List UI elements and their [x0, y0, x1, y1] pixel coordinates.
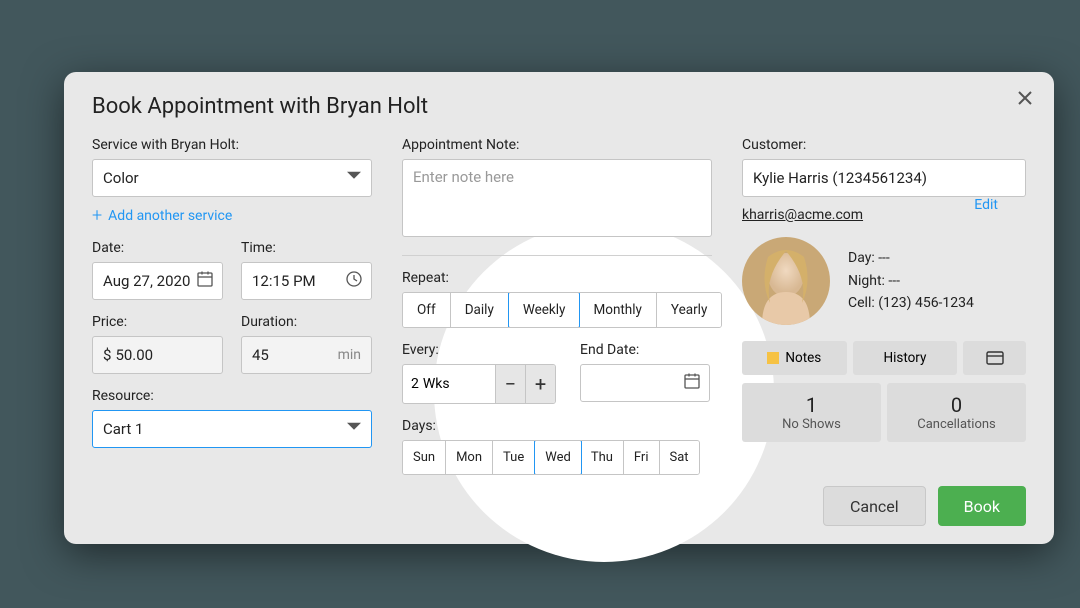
- resource-value: Cart 1: [103, 420, 143, 438]
- note-placeholder: Enter note here: [413, 168, 514, 186]
- chevron-down-icon: [347, 169, 361, 187]
- every-stepper: 2 Wks − +: [402, 364, 556, 404]
- repeat-option-monthly[interactable]: Monthly: [579, 293, 656, 327]
- price-label: Price:: [92, 314, 223, 330]
- repeat-segment: OffDailyWeeklyMonthlyYearly: [402, 292, 722, 328]
- calendar-icon: [683, 372, 701, 394]
- resource-select[interactable]: Cart 1: [92, 410, 372, 448]
- customer-avatar: [742, 237, 830, 325]
- customer-value: Kylie Harris (1234561234): [753, 169, 927, 187]
- notes-tab-label: Notes: [785, 350, 821, 366]
- service-select[interactable]: Color: [92, 159, 372, 197]
- time-label: Time:: [241, 240, 372, 256]
- repeat-label: Repeat:: [402, 270, 712, 286]
- cancellations-stat: 0 Cancellations: [887, 383, 1026, 442]
- duration-input[interactable]: 45 min: [241, 336, 372, 374]
- every-value: 2: [411, 376, 419, 392]
- repeat-option-weekly[interactable]: Weekly: [508, 292, 581, 328]
- day-option-thu[interactable]: Thu: [581, 441, 624, 474]
- day-option-sun[interactable]: Sun: [403, 441, 446, 474]
- days-label: Days:: [402, 418, 712, 434]
- date-input[interactable]: Aug 27, 2020: [92, 262, 223, 300]
- decrement-button[interactable]: −: [495, 365, 525, 403]
- cancellations-count: 0: [891, 393, 1022, 417]
- add-service-text: Add another service: [108, 208, 232, 224]
- contact-info: Day: --- Night: --- Cell: (123) 456-1234: [848, 247, 974, 314]
- day-option-fri[interactable]: Fri: [624, 441, 660, 474]
- add-service-link[interactable]: + Add another service: [92, 205, 372, 226]
- time-value: 12:15 PM: [252, 272, 316, 290]
- close-icon: [1016, 89, 1034, 107]
- no-shows-stat: 1 No Shows: [742, 383, 881, 442]
- payment-tab-button[interactable]: [963, 341, 1026, 375]
- time-input[interactable]: 12:15 PM: [241, 262, 372, 300]
- close-button[interactable]: [1016, 88, 1034, 113]
- customer-label: Customer:: [742, 137, 1026, 153]
- increment-button[interactable]: +: [525, 365, 555, 403]
- price-prefix: $: [103, 346, 111, 364]
- days-segment: SunMonTueWedThuFriSat: [402, 440, 700, 475]
- calendar-icon: [196, 270, 214, 292]
- service-value: Color: [103, 169, 139, 187]
- duration-label: Duration:: [241, 314, 372, 330]
- every-label: Every:: [402, 342, 556, 358]
- date-label: Date:: [92, 240, 223, 256]
- note-textarea[interactable]: Enter note here: [402, 159, 712, 237]
- duration-unit: min: [338, 347, 361, 363]
- divider: [402, 255, 712, 256]
- day-option-wed[interactable]: Wed: [534, 440, 582, 475]
- history-tab-label: History: [883, 350, 926, 366]
- every-value-box[interactable]: 2 Wks: [403, 365, 495, 403]
- no-shows-count: 1: [746, 393, 877, 417]
- history-tab-button[interactable]: History: [853, 341, 958, 375]
- end-date-input[interactable]: [580, 364, 710, 402]
- clock-icon: [345, 270, 363, 292]
- duration-value: 45: [252, 346, 269, 364]
- edit-customer-link[interactable]: Edit: [974, 197, 998, 213]
- customer-input[interactable]: Kylie Harris (1234561234): [742, 159, 1026, 197]
- date-value: Aug 27, 2020: [103, 272, 190, 290]
- repeat-option-yearly[interactable]: Yearly: [657, 293, 721, 327]
- day-option-tue[interactable]: Tue: [493, 441, 535, 474]
- day-option-sat[interactable]: Sat: [660, 441, 699, 474]
- repeat-option-daily[interactable]: Daily: [451, 293, 509, 327]
- note-label: Appointment Note:: [402, 137, 712, 153]
- notes-tab-button[interactable]: Notes: [742, 341, 847, 375]
- chevron-down-icon: [347, 420, 361, 438]
- day-phone: Day: ---: [848, 247, 974, 269]
- day-option-mon[interactable]: Mon: [446, 441, 493, 474]
- repeat-option-off[interactable]: Off: [403, 293, 451, 327]
- modal-title: Book Appointment with Bryan Holt: [92, 94, 1026, 119]
- cell-phone: Cell: (123) 456-1234: [848, 292, 974, 314]
- notes-color-icon: [767, 352, 779, 364]
- book-appointment-modal: Book Appointment with Bryan Holt Service…: [64, 72, 1054, 544]
- cancel-button[interactable]: Cancel: [823, 486, 926, 526]
- no-shows-label: No Shows: [746, 417, 877, 432]
- price-value: 50.00: [115, 346, 153, 364]
- every-unit: Wks: [423, 376, 450, 392]
- service-label: Service with Bryan Holt:: [92, 137, 372, 153]
- credit-card-icon: [986, 349, 1004, 367]
- price-input[interactable]: $ 50.00: [92, 336, 223, 374]
- night-phone: Night: ---: [848, 270, 974, 292]
- book-button[interactable]: Book: [938, 486, 1026, 526]
- plus-icon: +: [92, 205, 102, 226]
- resource-label: Resource:: [92, 388, 372, 404]
- cancellations-label: Cancellations: [891, 417, 1022, 432]
- end-date-label: End Date:: [580, 342, 712, 358]
